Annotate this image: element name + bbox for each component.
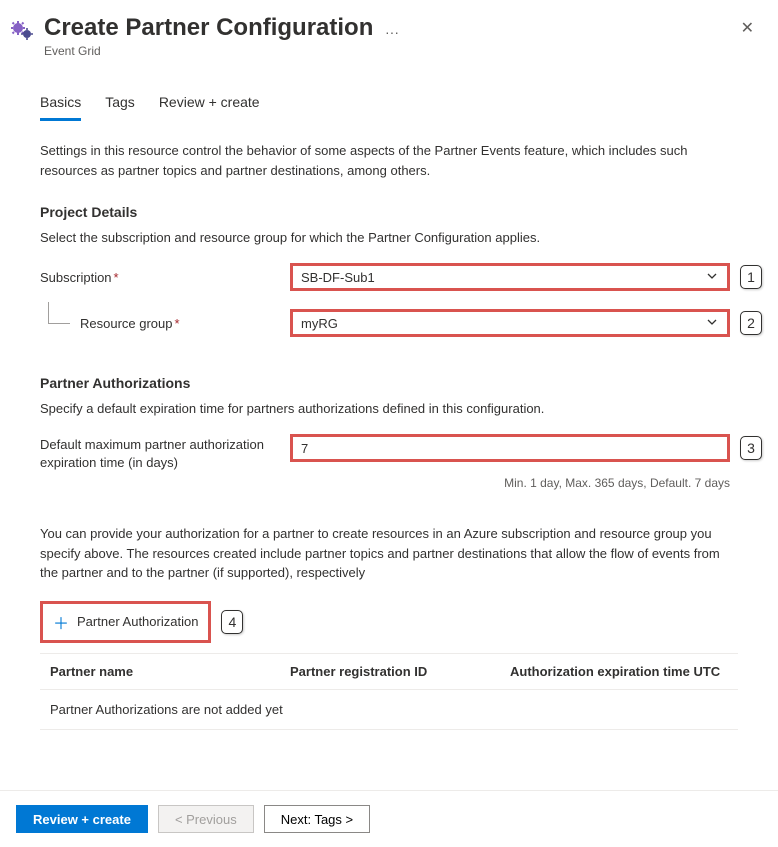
column-registration-id: Partner registration ID (290, 664, 510, 679)
partner-authorizations-desc: Specify a default expiration time for pa… (40, 401, 738, 416)
resource-group-select[interactable]: myRG (290, 309, 730, 337)
tab-bar: Basics Tags Review + create (40, 88, 738, 121)
column-partner-name: Partner name (50, 664, 290, 679)
subscription-label: Subscription* (40, 270, 290, 285)
intro-text: Settings in this resource control the be… (40, 141, 738, 180)
expiration-helper-text: Min. 1 day, Max. 365 days, Default. 7 da… (290, 476, 730, 490)
tree-connector-icon (48, 302, 70, 324)
wizard-footer: Review + create < Previous Next: Tags > (0, 790, 778, 847)
authorization-explain-text: You can provide your authorization for a… (40, 524, 738, 583)
review-create-button[interactable]: Review + create (16, 805, 148, 833)
previous-button: < Previous (158, 805, 254, 833)
required-asterisk: * (175, 316, 180, 331)
column-expiration-utc: Authorization expiration time UTC (510, 664, 728, 679)
subscription-select[interactable]: SB-DF-Sub1 (290, 263, 730, 291)
callout-3: 3 (740, 436, 762, 460)
expiration-time-input[interactable] (290, 434, 730, 462)
table-empty-message: Partner Authorizations are not added yet (40, 690, 738, 730)
resource-group-label-text: Resource group (80, 316, 173, 331)
project-details-heading: Project Details (40, 204, 738, 220)
callout-4: 4 (221, 610, 243, 634)
callout-2: 2 (740, 311, 762, 335)
next-button[interactable]: Next: Tags > (264, 805, 370, 833)
tab-tags[interactable]: Tags (105, 88, 135, 121)
subscription-label-text: Subscription (40, 270, 112, 285)
callout-1: 1 (740, 265, 762, 289)
page-title: Create Partner Configuration (44, 14, 373, 42)
add-partner-authorization-label: Partner Authorization (77, 614, 198, 629)
tab-basics[interactable]: Basics (40, 88, 81, 121)
required-asterisk: * (114, 270, 119, 285)
partner-authorizations-heading: Partner Authorizations (40, 375, 738, 391)
page-subtitle: Event Grid (44, 44, 733, 58)
plus-icon: ＋ (53, 610, 69, 634)
expiration-time-label: Default maximum partner authorization ex… (40, 434, 290, 472)
add-partner-authorization-button[interactable]: ＋ Partner Authorization (40, 601, 211, 643)
tab-review-create[interactable]: Review + create (159, 88, 260, 121)
gear-pair-icon (10, 18, 34, 42)
close-button[interactable]: ✕ (733, 14, 762, 42)
resource-group-label: Resource group* (40, 316, 290, 331)
project-details-desc: Select the subscription and resource gro… (40, 230, 738, 245)
more-actions-button[interactable]: ··· (385, 24, 399, 40)
authorizations-table: Partner name Partner registration ID Aut… (40, 653, 738, 730)
